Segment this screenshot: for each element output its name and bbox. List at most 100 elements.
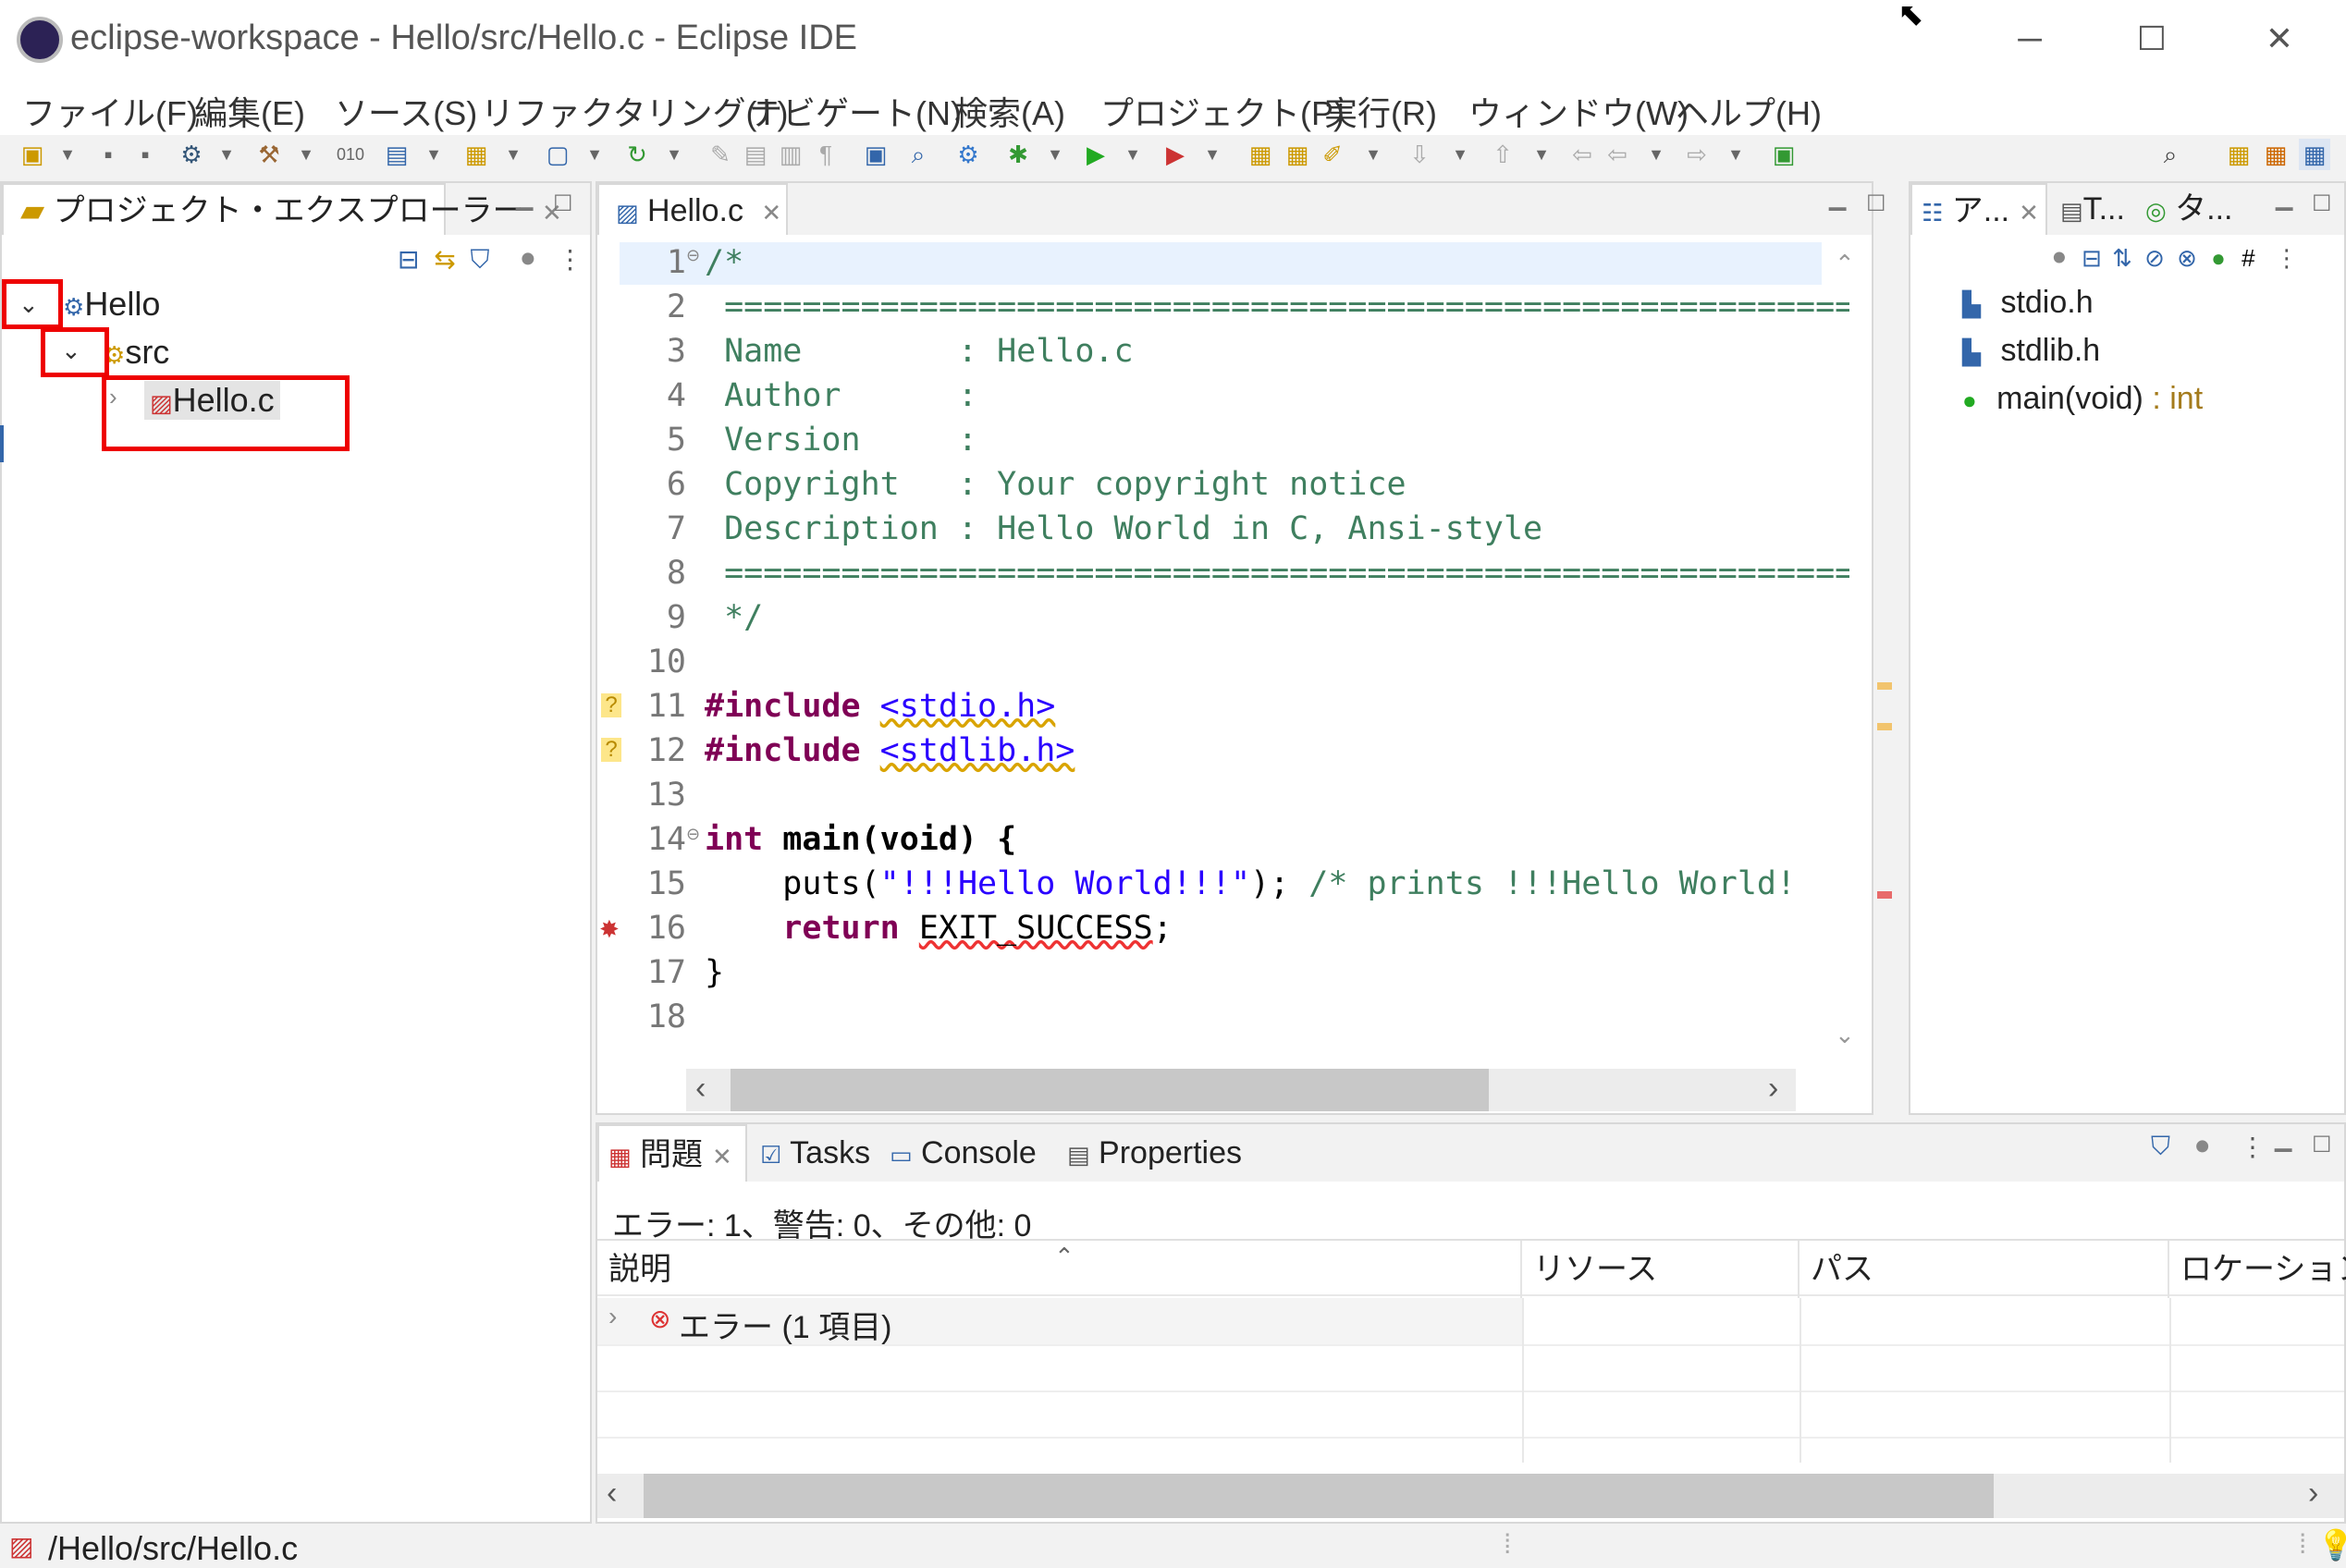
outline-item-stdlib[interactable]: ▙ stdlib.h — [1962, 333, 2100, 369]
more-icon[interactable]: ⋮ — [558, 245, 583, 274]
scroll-right-icon[interactable]: › — [2308, 1476, 2318, 1512]
c-perspective-icon[interactable]: ▦ — [2260, 139, 2291, 170]
link-editor-icon[interactable]: ⇆ — [434, 245, 455, 274]
scroll-left-icon[interactable]: ‹ — [607, 1476, 617, 1512]
maximize-button[interactable]: ☐ — [2119, 13, 2184, 65]
scroll-thumb[interactable] — [731, 1069, 1489, 1111]
hide-fields-icon[interactable]: ⊘ — [2144, 244, 2165, 272]
chevron-down-icon[interactable]: ▼ — [1444, 139, 1476, 170]
chevron-down-icon[interactable]: ▼ — [658, 139, 690, 170]
tab-properties[interactable]: ▤ Properties — [1062, 1124, 1247, 1182]
chevron-down-icon[interactable]: ▼ — [1640, 139, 1672, 170]
tab-target[interactable]: ◎ タ... — [2140, 183, 2238, 235]
next-annotation-icon[interactable]: ⇩ — [1404, 139, 1435, 170]
chevron-down-icon[interactable]: ▼ — [1197, 139, 1228, 170]
edit-icon[interactable]: ✎ — [705, 139, 736, 170]
collapse-all-icon[interactable]: ⊟ — [398, 245, 419, 274]
chevron-down-icon[interactable]: ▼ — [290, 139, 322, 170]
tab-outline[interactable]: ☷ ア... ✕ — [1910, 183, 2047, 235]
tab-hello-c[interactable]: ▨ Hello.c ✕ — [597, 183, 788, 235]
tree-item-src[interactable]: ⚙src — [104, 333, 169, 372]
code-area[interactable]: 1 2 3 4 5 6 7 8 9 10 11 12 13 14 15 16 1… — [620, 240, 1849, 1072]
tree-item-hello[interactable]: ⚙Hello — [63, 285, 160, 324]
open-type-icon[interactable]: ▦ — [1245, 139, 1276, 170]
new-folder-icon[interactable]: ▦ — [461, 139, 492, 170]
menu-window[interactable]: ウィンドウ(W) — [1468, 87, 1689, 135]
console-icon[interactable]: ▣ — [860, 139, 891, 170]
table-row[interactable]: › ⊗ エラー (1 項目) — [597, 1298, 1522, 1345]
refresh-icon[interactable]: ↻ — [621, 139, 653, 170]
debug-bug-icon[interactable]: ✱ — [1002, 139, 1034, 170]
close-button[interactable]: ✕ — [2247, 13, 2312, 65]
forward-icon[interactable]: ⇨ — [1681, 139, 1713, 170]
menu-source[interactable]: ソース(S) — [335, 87, 477, 135]
chevron-right-icon[interactable]: › — [608, 1302, 617, 1331]
chevron-down-icon[interactable]: ▼ — [1117, 139, 1148, 170]
scroll-thumb[interactable] — [644, 1474, 1994, 1518]
menu-help[interactable]: ヘルプ(H) — [1676, 87, 1822, 135]
hide-static-icon[interactable]: ⊗ — [2177, 244, 2197, 272]
warning-marker-icon[interactable]: ? — [601, 693, 621, 717]
scroll-down-icon[interactable]: ⌄ — [1835, 1021, 1855, 1049]
tab-console[interactable]: ▭ Console — [884, 1124, 1042, 1182]
problems-hscrollbar[interactable]: ‹ › — [597, 1474, 2344, 1518]
more-icon[interactable]: ⋮ — [2275, 244, 2299, 272]
run-external-icon[interactable]: ▶ — [1160, 139, 1191, 170]
open-perspective-icon[interactable]: ▦ — [2223, 139, 2254, 170]
hide-nonpublic-icon[interactable]: ● — [2211, 244, 2226, 272]
back-icon[interactable]: ⇦ — [1602, 139, 1633, 170]
tab-task-list[interactable]: ▤T... — [2055, 183, 2131, 235]
fold-icon[interactable]: ⊖ — [686, 825, 700, 844]
collapse-all-icon[interactable]: ⊟ — [2082, 244, 2102, 272]
search-icon[interactable]: ⌕ — [2155, 139, 2186, 170]
menu-navigate[interactable]: ナビゲート(N) — [749, 87, 962, 135]
new-class-icon[interactable]: ▢ — [542, 139, 573, 170]
menu-refactor[interactable]: リファクタリング(T) — [481, 87, 789, 135]
hide-macros-icon[interactable]: # — [2242, 244, 2254, 272]
minimize-icon[interactable]: ▁ — [516, 185, 533, 212]
chevron-down-icon[interactable]: ▼ — [52, 139, 83, 170]
col-path[interactable]: パス — [1799, 1241, 2169, 1298]
outline-item-stdio[interactable]: ▙ stdio.h — [1962, 285, 2094, 321]
chevron-down-icon[interactable]: ▼ — [1039, 139, 1071, 170]
chevron-down-icon[interactable]: ▼ — [211, 139, 242, 170]
settings-gear-icon[interactable]: ⚙ — [952, 139, 984, 170]
maximize-icon[interactable]: ☐ — [2312, 1132, 2332, 1158]
minimize-icon[interactable]: ▁ — [2276, 185, 2292, 212]
prev-annotation-icon[interactable]: ⇧ — [1487, 139, 1518, 170]
run-icon[interactable]: ▶ — [1080, 139, 1112, 170]
pin-editor-icon[interactable]: ▣ — [1768, 139, 1799, 170]
chevron-down-icon[interactable]: ▼ — [1357, 139, 1389, 170]
tab-problems[interactable]: ▦ 問題 ✕ — [597, 1124, 747, 1182]
binary-icon[interactable]: 010 — [335, 139, 366, 170]
chevron-down-icon[interactable]: ▼ — [418, 139, 449, 170]
warning-marker-icon[interactable]: ? — [601, 738, 621, 762]
scroll-left-icon[interactable]: ‹ — [695, 1071, 706, 1107]
horizontal-scrollbar[interactable]: ‹ › — [686, 1069, 1796, 1111]
format-icon[interactable]: ▤ — [740, 139, 771, 170]
new-c-project-icon[interactable]: ▤ — [381, 139, 412, 170]
block-icon[interactable]: ▥ — [775, 139, 806, 170]
filter-icon[interactable]: ⛉ — [471, 245, 490, 274]
filter-icon[interactable]: ⛉ — [2151, 1132, 2170, 1162]
minimize-icon[interactable]: ▁ — [2275, 1126, 2291, 1153]
search-small-icon[interactable]: ⌕ — [903, 139, 934, 170]
chevron-down-icon[interactable]: ▼ — [579, 139, 610, 170]
col-location[interactable]: ロケーション — [2169, 1241, 2346, 1298]
warning-overview-mark[interactable] — [1877, 682, 1892, 690]
build-config-icon[interactable]: ⚙ — [176, 139, 207, 170]
menu-project[interactable]: プロジェクト(P) — [1100, 87, 1345, 135]
warning-overview-mark[interactable] — [1877, 723, 1892, 730]
group-icon[interactable]: ⚫ — [2049, 244, 2070, 272]
col-resource[interactable]: リソース — [1522, 1241, 1799, 1298]
chevron-down-icon[interactable]: ▼ — [1720, 139, 1751, 170]
close-icon[interactable]: ✕ — [2019, 199, 2039, 227]
minimize-icon[interactable]: ▁ — [1829, 185, 1846, 212]
more-icon[interactable]: ⋮ — [2240, 1132, 2266, 1162]
brush-icon[interactable]: ✐ — [1317, 139, 1348, 170]
sort-icon[interactable]: ⇅ — [2112, 244, 2132, 272]
scroll-right-icon[interactable]: › — [1768, 1071, 1778, 1107]
menu-file[interactable]: ファイル(F) — [22, 87, 198, 135]
menu-search[interactable]: 検索(A) — [954, 87, 1065, 135]
chevron-down-icon[interactable]: ▼ — [1526, 139, 1557, 170]
